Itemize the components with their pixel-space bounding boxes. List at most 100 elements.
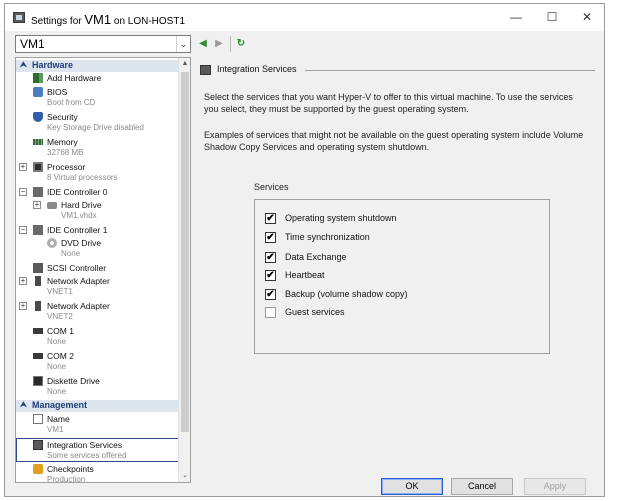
nav-item-detail: Boot from CD (47, 98, 96, 107)
nav-item-add-hardware[interactable]: Add Hardware (16, 72, 180, 84)
nav-item-memory[interactable]: Memory 32768 MB (16, 136, 180, 160)
nav-item-label: Security (47, 112, 78, 122)
nav-item-name[interactable]: Name VM1 (16, 413, 180, 437)
settings-window: Settings for VM1 on LON-HOST1 — ☐ ✕ VM1 … (4, 3, 605, 497)
service-label: Guest services (285, 307, 345, 317)
nav-item-label: Hard Drive (61, 200, 102, 210)
description-paragraph: Select the services that you want Hyper-… (204, 92, 573, 114)
nav-item-label: IDE Controller 0 (47, 187, 108, 197)
nav-item-label: Network Adapter (47, 276, 110, 286)
nav-scrollbar[interactable]: ▲ ⌄ (178, 58, 190, 482)
chevron-down-icon[interactable]: ⌄ (176, 36, 190, 52)
collapse-tree-icon[interactable]: − (19, 226, 27, 234)
ide-controller-icon (33, 225, 43, 235)
bios-icon (33, 87, 43, 97)
checkbox-checked[interactable]: ✔ (265, 232, 276, 243)
nav-item-com-1[interactable]: COM 1 None (16, 325, 180, 349)
apply-button[interactable]: Apply (524, 478, 586, 495)
nav-item-detail: 8 Virtual processors (47, 173, 118, 182)
diskette-drive-icon (33, 376, 43, 386)
nav-item-bios[interactable]: BIOS Boot from CD (16, 86, 180, 110)
vm-selector-value: VM1 (20, 37, 45, 51)
network-adapter-icon (35, 276, 41, 286)
processor-icon (33, 162, 43, 172)
nav-item-detail: None (47, 362, 67, 371)
nav-item-diskette-drive[interactable]: Diskette Drive None (16, 375, 180, 399)
close-button[interactable]: ✕ (572, 8, 602, 26)
nav-item-label: COM 1 (47, 326, 74, 336)
nav-item-detail: Production (47, 475, 86, 483)
name-icon (33, 414, 43, 424)
minimize-button[interactable]: — (501, 8, 531, 26)
nav-item-network-adapter-1[interactable]: + Network Adapter VNET1 (16, 275, 180, 299)
services-label: Services (254, 182, 289, 192)
nav-item-ide-controller-1[interactable]: − IDE Controller 1 (16, 224, 180, 236)
ide-controller-icon (33, 187, 43, 197)
checkpoints-icon (33, 464, 43, 474)
ok-button[interactable]: OK (381, 478, 443, 495)
title-host: on LON-HOST1 (113, 16, 186, 27)
hyper-v-settings-icon (13, 12, 25, 23)
dvd-drive-icon (47, 238, 57, 248)
scroll-thumb[interactable] (181, 72, 189, 432)
nav-item-security[interactable]: Security Key Storage Drive disabled (16, 111, 180, 135)
nav-item-scsi-controller[interactable]: SCSI Controller (16, 262, 180, 274)
expand-icon[interactable]: + (19, 302, 27, 310)
title-bar: Settings for VM1 on LON-HOST1 — ☐ ✕ (5, 4, 604, 31)
forward-arrow-icon[interactable]: ▶ (212, 37, 226, 51)
collapse-icon[interactable]: ⮝ (20, 400, 27, 410)
nav-item-hard-drive[interactable]: + Hard Drive VM1.vhdx (16, 199, 180, 223)
nav-item-detail: VNET2 (47, 312, 73, 321)
maximize-button[interactable]: ☐ (537, 8, 567, 26)
nav-item-label: IDE Controller 1 (47, 225, 108, 235)
nav-item-detail: None (61, 249, 81, 258)
toolbar-separator (230, 36, 231, 52)
collapse-icon[interactable]: ⮝ (20, 60, 27, 70)
nav-item-network-adapter-2[interactable]: + Network Adapter VNET2 (16, 300, 180, 324)
memory-icon (33, 139, 43, 145)
vm-selector-dropdown[interactable]: VM1 ⌄ (15, 35, 191, 53)
collapse-tree-icon[interactable]: − (19, 188, 27, 196)
expand-icon[interactable]: + (19, 277, 27, 285)
dialog-button-bar: OK Cancel Apply (193, 474, 604, 497)
nav-item-label: COM 2 (47, 351, 74, 361)
nav-item-processor[interactable]: + Processor 8 Virtual processors (16, 161, 180, 185)
integration-services-icon (200, 65, 211, 75)
checkbox-unchecked[interactable] (265, 307, 276, 318)
nav-item-label: Checkpoints (47, 464, 94, 474)
nav-item-label: Processor (47, 162, 86, 172)
nav-item-label: BIOS (47, 87, 68, 97)
checkbox-checked[interactable]: ✔ (265, 289, 276, 300)
cancel-button[interactable]: Cancel (451, 478, 513, 495)
nav-item-detail: 32768 MB (47, 148, 84, 157)
settings-nav-pane: ⮝ Hardware Add Hardware BIOS Boot from C… (15, 57, 191, 483)
management-section-header[interactable]: ⮝ Management (16, 400, 180, 412)
expand-icon[interactable]: + (33, 201, 41, 209)
nav-item-label: SCSI Controller (47, 263, 107, 273)
management-header-label: Management (32, 400, 88, 410)
nav-item-detail: None (47, 387, 67, 396)
checkbox-checked[interactable]: ✔ (265, 213, 276, 224)
services-list: ✔ Operating system shutdown ✔ Time synch… (254, 199, 550, 354)
nav-item-detail: None (47, 337, 67, 346)
nav-item-dvd-drive[interactable]: DVD Drive None (16, 237, 180, 261)
back-arrow-icon[interactable]: ◀ (196, 37, 210, 51)
scroll-down-icon[interactable]: ⌄ (179, 470, 190, 482)
com-port-icon (33, 328, 43, 334)
hardware-section-header[interactable]: ⮝ Hardware (16, 60, 180, 72)
checkbox-checked[interactable]: ✔ (265, 270, 276, 281)
checkbox-checked[interactable]: ✔ (265, 252, 276, 263)
nav-item-label: Memory (47, 137, 78, 147)
nav-item-detail: Key Storage Drive disabled (47, 123, 144, 132)
integration-services-icon (33, 440, 43, 450)
scroll-up-icon[interactable]: ▲ (179, 58, 190, 70)
nav-item-integration-services[interactable]: Integration Services Some services offer… (16, 438, 180, 462)
examples-paragraph: Examples of services that might not be a… (204, 130, 584, 152)
service-label: Operating system shutdown (285, 213, 397, 223)
expand-icon[interactable]: + (19, 163, 27, 171)
group-divider (305, 70, 595, 71)
nav-item-ide-controller-0[interactable]: − IDE Controller 0 (16, 186, 180, 198)
nav-item-checkpoints[interactable]: Checkpoints Production (16, 463, 180, 483)
refresh-icon[interactable]: ↻ (234, 37, 248, 51)
nav-item-com-2[interactable]: COM 2 None (16, 350, 180, 374)
